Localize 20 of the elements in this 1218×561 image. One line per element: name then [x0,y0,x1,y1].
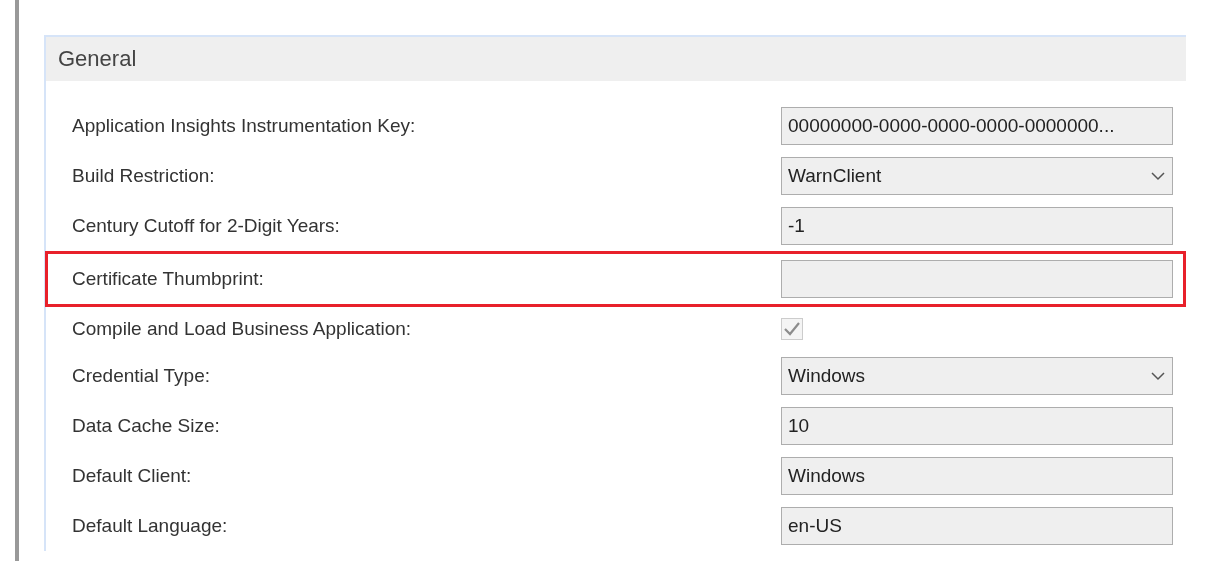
text-field[interactable]: Windows [781,457,1173,495]
text-field[interactable]: -1 [781,207,1173,245]
chevron-down-icon [1150,171,1166,181]
property-label: Build Restriction: [72,165,216,187]
text-field[interactable] [781,260,1173,298]
dropdown[interactable]: Windows [781,357,1173,395]
text-field[interactable]: 00000000-0000-0000-0000-0000000... [781,107,1173,145]
property-label: Application Insights Instrumentation Key: [72,115,417,137]
text-field[interactable]: 10 [781,407,1173,445]
property-label: Certificate Thumbprint: [72,268,265,290]
property-label: Default Client: [72,465,193,487]
dropdown[interactable]: WarnClient [781,157,1173,195]
property-label: Credential Type: [72,365,211,387]
property-label: Data Cache Size: [72,415,221,437]
property-label: Century Cutoff for 2-Digit Years: [72,215,341,237]
chevron-down-icon [1150,371,1166,381]
property-label: Default Language: [72,515,229,537]
text-field[interactable]: en-US [781,507,1173,545]
section-header: General [46,37,1186,81]
property-label: Compile and Load Business Application: [72,318,413,340]
